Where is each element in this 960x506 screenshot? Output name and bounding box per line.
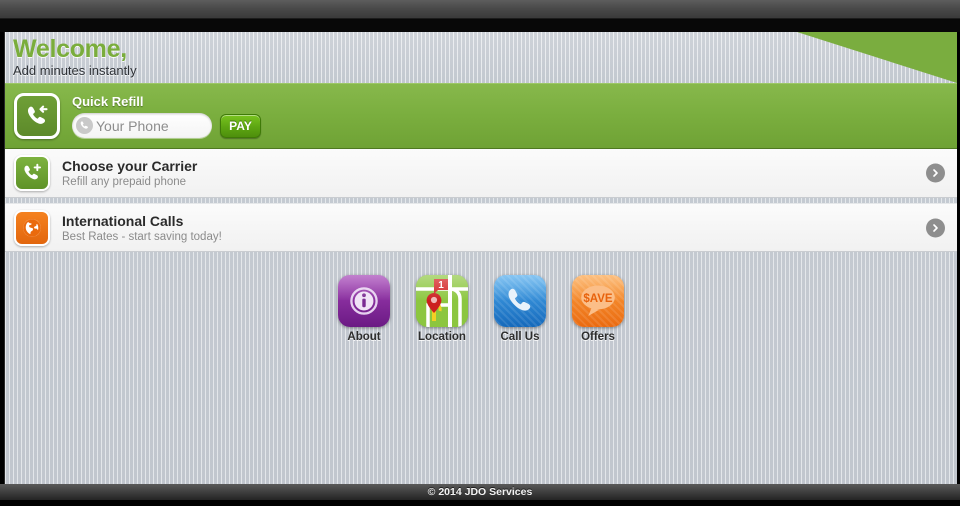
phone-handset-icon <box>494 275 546 327</box>
app-tile-label: Offers <box>581 331 615 343</box>
save-bubble-icon: $AVE <box>572 275 624 327</box>
footer-bar: © 2014 JDO Services <box>0 484 960 500</box>
app-tile-about[interactable]: About <box>336 275 392 343</box>
globe-icon <box>14 209 50 246</box>
menu-row-subtitle: Refill any prepaid phone <box>62 176 187 188</box>
page-title: Welcome, <box>13 35 127 63</box>
phone-incoming-icon <box>14 93 60 139</box>
menu-row-title: International Calls <box>62 212 184 229</box>
menu-row-title: Choose your Carrier <box>62 158 198 174</box>
menu-row-subtitle: Best Rates - start saving today! <box>62 230 222 243</box>
menu-row-text: Choose your Carrier Refill any prepaid p… <box>62 158 197 188</box>
page-subtitle: Add minutes instantly <box>13 63 137 78</box>
chevron-right-icon[interactable] <box>926 163 945 183</box>
quick-refill-body: Quick Refill PAY <box>72 94 261 138</box>
save-bubble-text: $AVE <box>583 293 613 305</box>
map-pin-icon: 1 <box>416 275 468 327</box>
browser-chrome-bar <box>0 0 960 19</box>
app-icon-grid: About 1 Location Call Us $AVE Offers <box>5 275 957 343</box>
pay-button[interactable]: PAY <box>220 113 261 138</box>
menu-row-choose-carrier[interactable]: Choose your Carrier Refill any prepaid p… <box>5 149 957 198</box>
header-green-wedge <box>797 32 957 83</box>
app-tile-label: Call Us <box>500 331 540 343</box>
app-tile-call-us[interactable]: Call Us <box>492 275 548 343</box>
info-circle-icon <box>338 275 390 327</box>
app-viewport: Welcome, Add minutes instantly Quick Ref… <box>4 32 957 484</box>
app-tile-label: About <box>347 331 381 343</box>
phone-input[interactable] <box>96 117 206 134</box>
chevron-right-icon[interactable] <box>926 218 945 237</box>
quick-refill-form: PAY <box>72 113 261 138</box>
copyright-text: © 2014 JDO Services <box>427 486 533 498</box>
quick-refill-title: Quick Refill <box>72 94 144 109</box>
black-strip <box>0 19 960 32</box>
quick-refill-panel: Quick Refill PAY <box>5 83 957 149</box>
app-screen: Welcome, Add minutes instantly Quick Ref… <box>0 0 960 506</box>
page-header: Welcome, Add minutes instantly <box>5 32 957 83</box>
menu-row-international-calls[interactable]: International Calls Best Rates - start s… <box>5 203 957 252</box>
phone-input-wrapper[interactable] <box>72 113 212 138</box>
app-tile-location[interactable]: 1 Location <box>414 275 470 343</box>
phone-icon <box>76 117 93 134</box>
phone-plus-icon <box>14 155 50 191</box>
footer-black-strip <box>0 500 960 506</box>
app-tile-offers[interactable]: $AVE Offers <box>570 275 626 343</box>
app-tile-label: Location <box>418 331 466 343</box>
svg-text:1: 1 <box>438 280 444 291</box>
menu-row-text: International Calls Best Rates - start s… <box>62 213 222 243</box>
